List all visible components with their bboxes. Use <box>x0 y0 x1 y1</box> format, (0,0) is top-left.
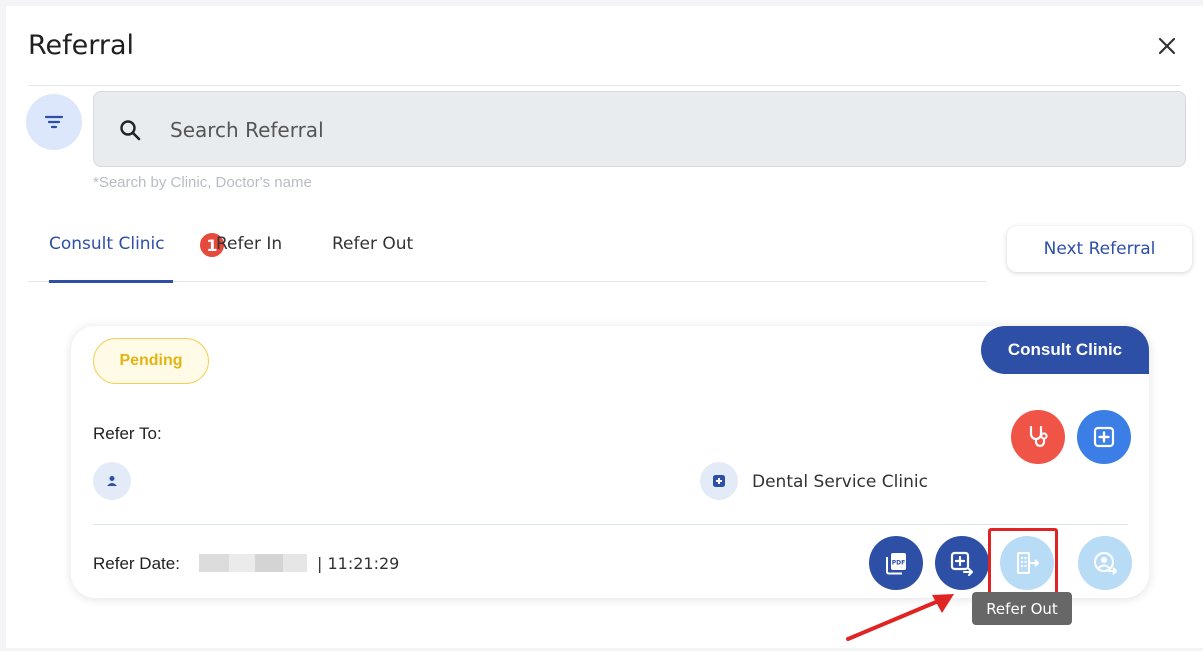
referral-card: Pending Consult Clinic Refer To: Dental … <box>71 326 1149 598</box>
status-badge: Pending <box>93 338 209 384</box>
add-export-button[interactable] <box>935 536 989 590</box>
clinic-icon <box>700 462 738 500</box>
filter-button[interactable] <box>26 94 82 150</box>
tab-label: Refer Out <box>332 234 414 254</box>
refer-to-label: Refer To: <box>93 424 162 443</box>
close-icon <box>1158 37 1176 55</box>
add-icon <box>1093 426 1115 448</box>
building-arrow-icon <box>1017 552 1039 574</box>
add-referral-button[interactable] <box>1077 410 1131 464</box>
active-tab-indicator <box>49 280 173 283</box>
card-divider <box>93 524 1128 525</box>
annotation-arrow-icon <box>846 594 954 641</box>
tab-refer-out[interactable]: Refer Out <box>332 234 413 282</box>
search-input[interactable] <box>170 110 1070 150</box>
refer-date-label: Refer Date: <box>93 554 180 573</box>
refer-person-button[interactable] <box>1078 536 1132 590</box>
tab-refer-in[interactable]: Refer In <box>216 234 282 282</box>
refer-time: | 11:21:29 <box>317 554 400 573</box>
referral-dialog: Referral *Search by Clinic, Doctor's nam… <box>6 6 1203 648</box>
close-button[interactable] <box>1153 32 1181 60</box>
search-icon <box>120 120 141 141</box>
referral-type-tag: Consult Clinic <box>981 326 1149 374</box>
referral-tabs: Consult Clinic 1 Refer In Refer Out <box>28 216 986 283</box>
add-export-icon <box>950 551 973 576</box>
dialog-title: Referral <box>28 30 135 61</box>
dialog-header: Referral <box>28 26 1181 86</box>
filter-icon <box>44 115 64 129</box>
next-referral-button[interactable]: Next Referral <box>1007 226 1192 272</box>
search-hint: *Search by Clinic, Doctor's name <box>93 174 312 191</box>
search-box <box>93 91 1186 167</box>
person-icon <box>93 462 131 500</box>
refer-out-button[interactable] <box>1000 536 1054 590</box>
person-arrow-icon <box>1094 552 1117 575</box>
tab-label: Consult Clinic <box>49 234 165 254</box>
tab-consult-clinic[interactable]: Consult Clinic 1 <box>49 230 227 283</box>
pdf-button[interactable]: PDF <box>869 536 923 590</box>
tab-label: Refer In <box>216 234 283 254</box>
refer-date-redacted <box>199 554 307 572</box>
consult-doctor-button[interactable] <box>1011 410 1065 464</box>
clinic-name: Dental Service Clinic <box>752 472 928 492</box>
pdf-icon: PDF <box>886 553 906 575</box>
stethoscope-icon <box>1029 425 1048 448</box>
svg-text:PDF: PDF <box>892 560 905 567</box>
refer-out-tooltip: Refer Out <box>972 592 1072 625</box>
